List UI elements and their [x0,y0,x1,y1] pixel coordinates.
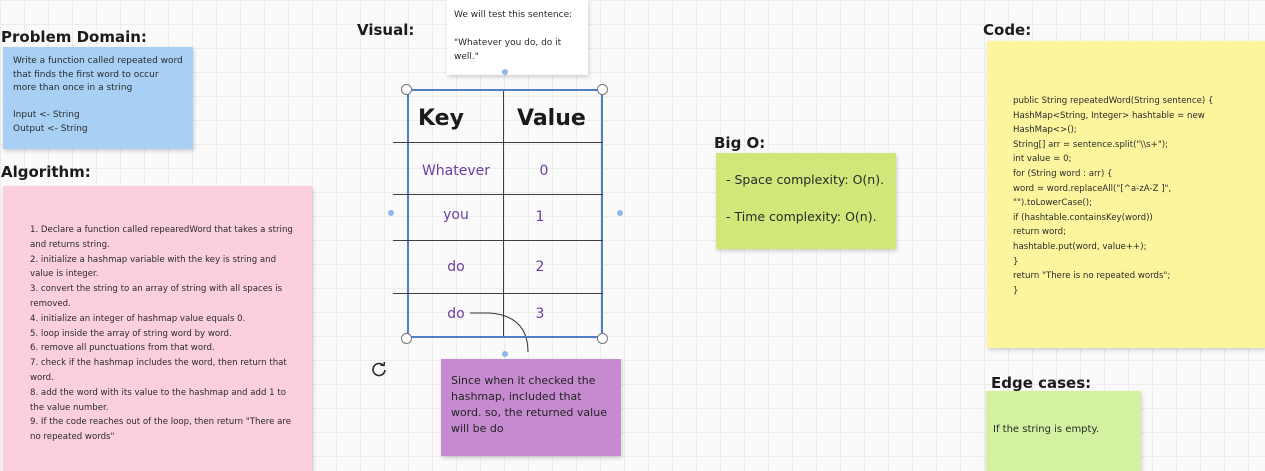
resize-handle-top-right[interactable] [597,84,608,95]
connection-point-bottom[interactable] [502,351,508,357]
key-cell: Whatever [421,163,491,179]
result-explanation-note[interactable]: Since when it checked the hashmap, inclu… [441,359,621,456]
algorithm-heading: Algorithm: [1,163,91,181]
value-cell: 3 [535,306,545,322]
row-divider [393,293,603,294]
edge-cases-heading: Edge cases: [991,374,1092,392]
algorithm-note[interactable]: 1. Declare a function called repearedWor… [3,186,312,471]
problem-domain-note[interactable]: Write a function called repeated word th… [3,47,193,149]
column-divider [503,91,504,336]
code-note[interactable]: public String repeatedWord(String senten… [987,41,1265,348]
visual-heading: Visual: [357,21,415,39]
row-divider [393,194,603,195]
value-cell: 2 [535,259,545,275]
row-divider [393,142,603,143]
row-divider [393,240,603,241]
key-cell: you [443,207,469,223]
value-cell: 0 [539,163,549,179]
connection-point-top[interactable] [502,69,508,75]
big-o-heading: Big O: [714,134,766,152]
connection-point-left[interactable] [388,210,394,216]
key-cell: do [447,306,465,322]
resize-handle-top-left[interactable] [401,84,412,95]
key-cell: do [447,259,465,275]
big-o-note[interactable]: - Space complexity: O(n). - Time complex… [716,153,896,249]
edge-cases-note[interactable]: If the string is empty. [986,391,1141,471]
resize-handle-bottom-right[interactable] [597,333,608,344]
problem-domain-heading: Problem Domain: [1,28,147,46]
value-cell: 1 [535,209,545,225]
hashtable-visual[interactable]: Key Value Whatever 0 you 1 do 2 do 3 [393,89,603,338]
connection-point-right[interactable] [617,210,623,216]
resize-handle-bottom-left[interactable] [401,333,412,344]
code-heading: Code: [983,21,1032,39]
key-header: Key [418,106,464,131]
test-sentence-note[interactable]: We will test this sentence: "Whatever yo… [447,0,588,75]
rotate-icon[interactable] [370,360,388,378]
value-header: Value [517,106,586,131]
